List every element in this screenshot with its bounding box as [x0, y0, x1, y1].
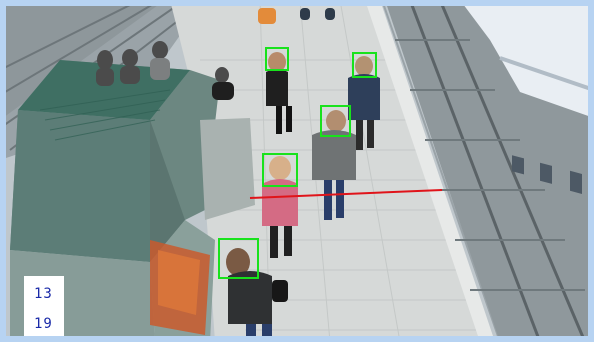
person-detection-box	[352, 52, 377, 78]
camera-frame: 13 19	[0, 0, 594, 342]
person-detection-box	[265, 47, 289, 71]
person-detection-box	[262, 153, 298, 187]
counter-top-value: 13	[34, 286, 53, 302]
person-detection-box	[320, 105, 351, 137]
counter-bottom-value: 19	[34, 316, 53, 332]
person-detection-box	[218, 238, 259, 279]
people-counter: 13 19	[24, 276, 64, 342]
